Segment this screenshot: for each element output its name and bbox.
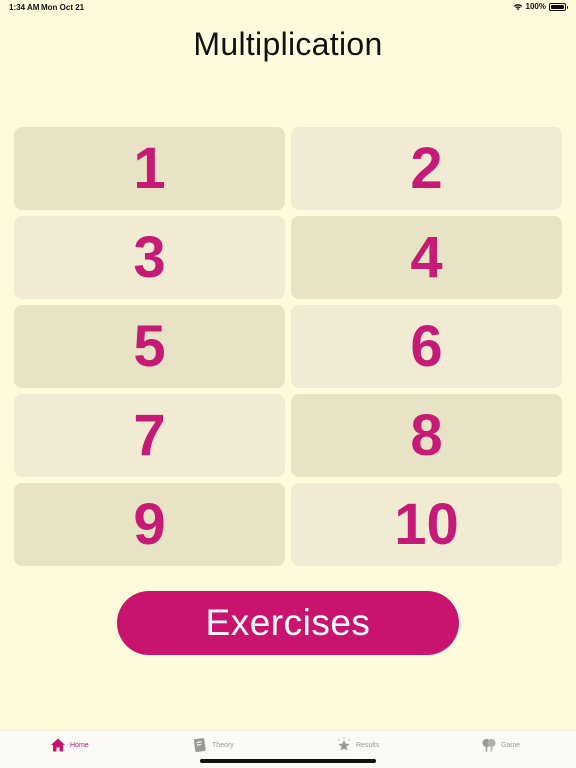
book-icon [193, 738, 206, 753]
table-button-9[interactable]: 9 [14, 483, 285, 566]
times-table-grid: 1 2 3 4 5 6 7 8 9 10 [14, 127, 562, 566]
status-time: 1:34 AM [9, 3, 40, 12]
wifi-icon [513, 3, 522, 10]
battery-icon [549, 2, 568, 11]
tab-home[interactable]: Home [50, 735, 89, 755]
table-button-2[interactable]: 2 [291, 127, 562, 210]
tab-results-label: Results [356, 741, 380, 749]
status-bar: 1:34 AM Mon Oct 21 100% [0, 0, 576, 16]
page-title: Multiplication [193, 26, 383, 62]
tab-theory[interactable]: Theory [192, 735, 234, 755]
table-button-4[interactable]: 4 [291, 216, 562, 299]
home-icon [51, 738, 65, 752]
table-button-5[interactable]: 5 [14, 305, 285, 388]
game-icon [482, 739, 496, 752]
exercises-button[interactable]: Exercises [117, 591, 459, 655]
tab-theory-label: Theory [212, 741, 234, 749]
battery-percent: 100% [525, 2, 546, 11]
tab-game-label: Game [501, 741, 521, 749]
tab-home-label: Home [70, 741, 89, 749]
status-right: 100% [513, 2, 568, 11]
tab-results[interactable]: Results [336, 735, 379, 755]
table-button-6[interactable]: 6 [291, 305, 562, 388]
tab-game[interactable]: Game [481, 735, 520, 755]
star-icon [338, 737, 350, 751]
home-indicator[interactable] [200, 759, 376, 763]
table-button-8[interactable]: 8 [291, 394, 562, 477]
status-date: Mon Oct 21 [41, 3, 85, 12]
table-button-1[interactable]: 1 [14, 127, 285, 210]
table-button-3[interactable]: 3 [14, 216, 285, 299]
table-button-10[interactable]: 10 [291, 483, 562, 566]
table-button-7[interactable]: 7 [14, 394, 285, 477]
